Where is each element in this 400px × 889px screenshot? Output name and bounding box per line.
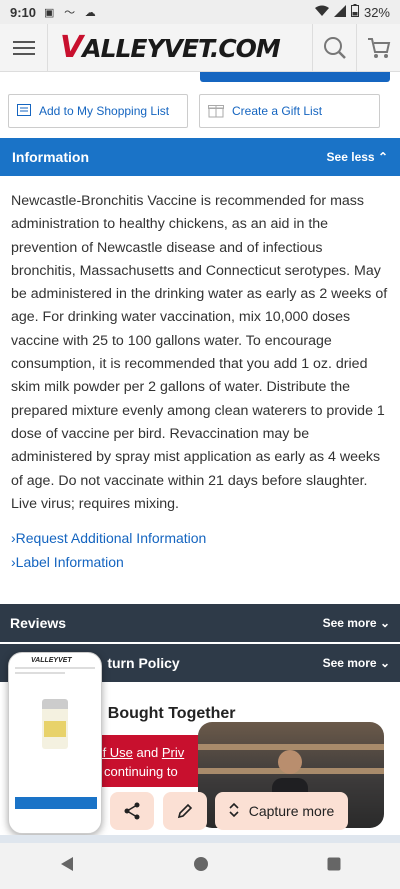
share-icon xyxy=(124,802,140,820)
back-button[interactable] xyxy=(59,856,75,877)
capture-more-button[interactable]: Capture more xyxy=(215,792,348,830)
signal-icon xyxy=(333,4,346,20)
search-icon xyxy=(323,36,346,59)
request-additional-information-link[interactable]: ›Request Additional Information xyxy=(11,530,206,546)
see-less-toggle[interactable]: See less ⌃ xyxy=(327,150,388,164)
reviews-title: Reviews xyxy=(10,615,67,631)
expand-vertical-icon xyxy=(229,802,239,821)
share-button[interactable] xyxy=(110,792,154,830)
list-icon xyxy=(17,103,31,119)
information-section-header[interactable]: Information See less ⌃ xyxy=(0,138,400,176)
reviews-see-more-toggle[interactable]: See more ⌄ xyxy=(323,616,390,630)
edit-button[interactable] xyxy=(163,792,207,830)
status-time: 9:10 xyxy=(10,4,37,20)
battery-percent: 32% xyxy=(363,4,390,20)
pencil-icon xyxy=(177,803,193,819)
add-to-shopping-list-button[interactable]: Add to My Shopping List xyxy=(8,94,188,128)
wifi-icon xyxy=(314,5,329,20)
system-navigation-bar xyxy=(0,843,400,889)
add-to-cart-button-edge[interactable] xyxy=(200,72,390,82)
return-policy-see-more-toggle[interactable]: See more ⌄ xyxy=(323,656,390,670)
label-information-link[interactable]: ›Label Information xyxy=(11,554,124,570)
home-button[interactable] xyxy=(193,856,209,877)
product-description: Newcastle-Bronchitis Vaccine is recommen… xyxy=(11,193,388,512)
information-title: Information xyxy=(12,149,89,165)
site-header: VALLEYVET.COM xyxy=(0,23,400,72)
screenshot-thumbnail[interactable]: VALLEYVET xyxy=(8,652,102,834)
home-circle-icon xyxy=(194,856,208,871)
create-gift-list-button[interactable]: Create a Gift List xyxy=(199,94,380,128)
recents-square-icon xyxy=(327,857,341,870)
chevron-up-icon: ⌃ xyxy=(377,150,388,164)
gift-icon xyxy=(208,102,224,121)
reviews-section-header[interactable]: Reviews See more ⌄ xyxy=(0,604,400,642)
privacy-link[interactable]: Priv xyxy=(162,745,184,760)
menu-button[interactable] xyxy=(0,23,48,72)
cart-button[interactable] xyxy=(356,23,400,72)
photo-icon: ▣ xyxy=(44,7,55,19)
wavy-notification-icon: 〜 xyxy=(64,7,76,19)
status-bar: 9:10 ▣ 〜 ☁ 32% xyxy=(0,0,400,24)
return-policy-title: turn Policy xyxy=(107,655,180,671)
chevron-down-icon: ⌄ xyxy=(379,616,390,630)
cart-icon xyxy=(367,37,390,58)
hamburger-icon xyxy=(12,40,35,55)
search-button[interactable] xyxy=(312,23,356,72)
recents-button[interactable] xyxy=(327,857,341,876)
chevron-down-icon: ⌄ xyxy=(379,656,390,670)
cloud-icon: ☁ xyxy=(84,7,96,19)
valleyvet-logo[interactable]: VALLEYVET.COM xyxy=(48,30,312,65)
thumbnail-logo: VALLEYVET xyxy=(31,657,72,664)
back-triangle-icon xyxy=(61,856,73,871)
battery-icon xyxy=(350,4,359,20)
